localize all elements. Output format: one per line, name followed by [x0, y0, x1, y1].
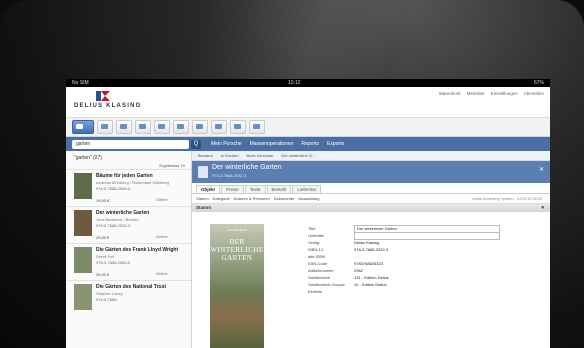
detail-tabs: Objekt Preise Texte Bestellt Lieferstat — [192, 183, 550, 194]
link-settings[interactable]: Einstellungen — [491, 91, 518, 96]
results-panel: "garten" (27) Ergebnisse 10 Bäume für je… — [66, 151, 192, 348]
tab-ordered[interactable]: Bestellt — [266, 185, 292, 193]
tab-delivery[interactable]: Lieferstat — [292, 185, 321, 193]
close-icon[interactable]: ✕ — [539, 166, 544, 173]
book-thumbnail — [74, 210, 92, 236]
cover-title: DER WINTERLICHE GARTEN — [210, 238, 264, 262]
book-thumbnail — [74, 284, 92, 310]
link-watchlist[interactable]: Merkliste — [467, 91, 485, 96]
subtab-documents[interactable]: Dokumente — [274, 196, 294, 201]
detail-fields: Titel Der winterliche Garten Untertitel … — [308, 224, 500, 295]
detail-subtabs: Stamm Kategorie Autoren & Personen Dokum… — [192, 194, 550, 204]
list-item[interactable]: Bäume für jeden Garten Andreas Mühlberg … — [66, 169, 191, 206]
nav-row: garten Q Mein Porsche Massenoperationen … — [66, 137, 550, 151]
field-row: Einheits — [308, 289, 323, 294]
cover-author: Jens Barnbeck — [227, 228, 247, 232]
clock: 10:12 — [288, 80, 301, 86]
tab-texts[interactable]: Texte — [244, 185, 266, 193]
page-title: Der winterliche Garten — [212, 164, 282, 171]
module-toolbar — [66, 118, 550, 137]
carrier-label: No SIM — [72, 80, 89, 86]
results-header: "garten" (27) Ergebnisse 10 — [66, 151, 191, 169]
subtab-category[interactable]: Kategorie — [213, 196, 230, 201]
detail-panel: Bestand in Suchen Buch Vorschau Der wint… — [192, 151, 550, 348]
menu-item-reports[interactable]: Reports — [302, 141, 320, 147]
list-item[interactable]: Die Gärten des Frank Lloyd Wright Derek … — [66, 243, 191, 280]
logo-text: DELIUS KLASING — [74, 103, 142, 109]
tab-prices[interactable]: Preise — [221, 185, 244, 193]
tab-object[interactable]: Objekt — [196, 185, 221, 193]
last-change-note: Letzte Änderung: system - 01.09.11 00:42 — [471, 196, 542, 201]
menu-item-mass-ops[interactable]: Massenoperationen — [250, 141, 294, 147]
field-row: Sachbereich-Gruppe 10 - Edition Delius — [308, 282, 387, 287]
status-badge: Online — [156, 271, 168, 276]
book-thumbnail — [74, 173, 92, 199]
book-thumbnail — [74, 247, 92, 273]
toolbar-button-8[interactable] — [211, 120, 227, 134]
chevron-down-icon: ▾ — [541, 205, 544, 211]
status-badge: Online — [156, 197, 168, 202]
breadcrumb: Bestand in Suchen Buch Vorschau Der wint… — [192, 151, 550, 161]
subtab-authors[interactable]: Autoren & Personen — [234, 196, 270, 201]
subtab-features[interactable]: Ausstattung — [298, 196, 319, 201]
header-links: Warenkorb Merkliste Einstellungen Abmeld… — [439, 91, 544, 96]
toolbar-button-9[interactable] — [230, 120, 246, 134]
subtitle-field[interactable] — [354, 231, 500, 240]
status-bar: No SIM 10:12 67% — [66, 79, 550, 87]
field-row: EAN-Code 9783768825323 — [308, 261, 383, 266]
field-row: Artikelnummer 2962 — [308, 268, 363, 273]
field-row: ISBN-13 978-3-7688-2532-3 — [308, 247, 389, 252]
subtab-stamm[interactable]: Stamm — [196, 196, 209, 201]
field-row: Sachbereich 131 - Edition Delius — [308, 275, 389, 280]
field-row: Verlag Delius Klasing — [308, 240, 380, 245]
battery-label: 67% — [533, 80, 544, 86]
menu-item-exports[interactable]: Exporte — [327, 141, 344, 147]
field-row: Untertitel — [308, 231, 500, 240]
brand-logo: DELIUS KLASING — [74, 91, 140, 113]
toolbar-button-2[interactable] — [97, 120, 113, 134]
results-count: "garten" (27) — [74, 155, 103, 161]
tablet-screen: No SIM 10:12 67% DELIUS KLASING Warenkor… — [66, 79, 550, 348]
logo-mark-icon — [96, 91, 110, 101]
menu-item-porsche[interactable]: Mein Porsche — [211, 141, 242, 147]
page-subtitle: 978-3-7688-2532-3 — [212, 173, 247, 178]
results-pager[interactable]: Ergebnisse 10 — [159, 163, 185, 168]
toolbar-button-books[interactable] — [72, 120, 94, 134]
main-menu: Mein Porsche Massenoperationen Reports E… — [211, 141, 344, 147]
status-badge: Online — [156, 234, 168, 239]
search-icon[interactable]: Q — [191, 139, 201, 149]
list-item[interactable]: Die Gärten des National Trust Stephen La… — [66, 280, 191, 317]
book-icon — [198, 166, 208, 178]
toolbar-button-5[interactable] — [154, 120, 170, 134]
search-input[interactable]: garten — [72, 139, 189, 149]
link-logout[interactable]: Abmelden — [524, 91, 544, 96]
link-cart[interactable]: Warenkorb — [439, 91, 461, 96]
toolbar-button-4[interactable] — [135, 120, 151, 134]
toolbar-button-6[interactable] — [173, 120, 189, 134]
app-header: DELIUS KLASING Warenkorb Merkliste Einst… — [66, 87, 550, 118]
toolbar-button-7[interactable] — [192, 120, 208, 134]
book-cover: Jens Barnbeck DER WINTERLICHE GARTEN — [210, 224, 264, 348]
list-item[interactable]: Der winterliche Garten Jens Barnbeck / B… — [66, 206, 191, 243]
toolbar-button-3[interactable] — [116, 120, 132, 134]
detail-title-bar: Der winterliche Garten 978-3-7688-2532-3… — [192, 161, 550, 183]
section-header[interactable]: Stamm ▾ — [192, 204, 550, 212]
toolbar-button-10[interactable] — [249, 120, 265, 134]
field-row: alte ISBN — [308, 254, 325, 259]
